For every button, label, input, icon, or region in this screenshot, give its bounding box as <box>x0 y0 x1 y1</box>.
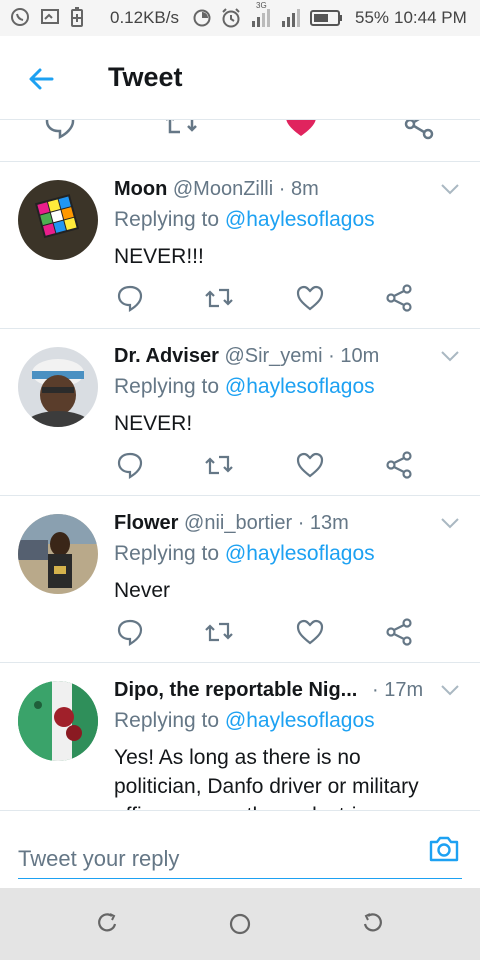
tweet-header: Moon @MoonZilli · 8m <box>114 178 319 201</box>
tweet-time: · 10m <box>328 345 380 367</box>
share-icon[interactable] <box>404 120 436 140</box>
reply-composer <box>0 810 480 888</box>
chevron-down-icon[interactable] <box>440 182 460 196</box>
reply-icon[interactable] <box>116 618 144 646</box>
tweet-text: Never <box>114 579 171 602</box>
battery-percent: 55% <box>355 8 390 27</box>
author-name[interactable]: Flower <box>114 512 178 534</box>
chevron-down-icon[interactable] <box>440 683 460 697</box>
replying-to: Replying to @haylesoflagos <box>114 375 375 399</box>
share-icon[interactable] <box>386 618 414 646</box>
mention-link[interactable]: @haylesoflagos <box>225 542 375 565</box>
heart-icon[interactable] <box>296 284 324 312</box>
reply-tweet[interactable]: Flower @nii_bortier · 13m Replying to @h… <box>0 496 480 663</box>
top-app-bar: Tweet <box>0 36 480 120</box>
replying-to-label: Replying to <box>114 542 225 565</box>
home-icon[interactable] <box>228 912 252 936</box>
author-name[interactable]: Dipo, the reportable Nig... <box>114 679 357 701</box>
reply-icon[interactable] <box>116 284 144 312</box>
replying-to: Replying to @haylesoflagos <box>114 542 375 566</box>
recents-icon[interactable] <box>96 912 118 934</box>
avatar[interactable] <box>18 681 98 761</box>
share-icon[interactable] <box>386 284 414 312</box>
status-bar: 0.12KB/s 3G 55% 10:44 PM <box>0 0 480 36</box>
replying-to: Replying to @haylesoflagos <box>114 208 375 232</box>
data-saver-icon <box>193 9 211 27</box>
avatar[interactable] <box>18 514 98 594</box>
mention-link[interactable]: @haylesoflagos <box>225 208 375 231</box>
arrow-left-icon[interactable] <box>26 64 56 94</box>
mention-link[interactable]: @haylesoflagos <box>225 709 375 732</box>
tweet-header: Dipo, the reportable Nig... <box>114 679 357 702</box>
author-name[interactable]: Dr. Adviser <box>114 345 219 367</box>
retweet-icon[interactable] <box>204 618 234 646</box>
reply-tweet[interactable]: Dipo, the reportable Nig... · 17m Replyi… <box>0 663 480 810</box>
heart-icon[interactable] <box>296 451 324 479</box>
reply-icon[interactable] <box>116 451 144 479</box>
battery-saver-icon <box>71 7 83 27</box>
page-title: Tweet <box>108 62 183 92</box>
camera-icon[interactable] <box>428 835 460 863</box>
chevron-down-icon[interactable] <box>440 349 460 363</box>
screencast-icon <box>41 9 59 24</box>
reply-icon[interactable] <box>44 120 76 140</box>
retweet-icon[interactable] <box>204 284 234 312</box>
mention-link[interactable]: @haylesoflagos <box>225 375 375 398</box>
main-tweet-actions <box>0 120 480 162</box>
clock: 10:44 PM <box>394 8 467 27</box>
author-handle[interactable]: @Sir_yemi <box>224 345 322 367</box>
chevron-down-icon[interactable] <box>440 516 460 530</box>
battery-icon <box>310 10 342 26</box>
tweet-time-wrap: · 17m <box>372 679 423 702</box>
replying-to-label: Replying to <box>114 709 225 732</box>
share-icon[interactable] <box>386 451 414 479</box>
tweet-time: · 13m <box>297 512 349 534</box>
author-handle[interactable]: @MoonZilli <box>173 178 273 200</box>
heart-filled-icon[interactable] <box>284 120 318 140</box>
back-icon[interactable] <box>362 912 384 934</box>
tweet-actions <box>0 284 480 314</box>
replying-to: Replying to @haylesoflagos <box>114 709 375 733</box>
reply-tweet[interactable]: Dr. Adviser @Sir_yemi · 10m Replying to … <box>0 329 480 496</box>
author-handle[interactable]: @nii_bortier <box>184 512 292 534</box>
replying-to-label: Replying to <box>114 208 225 231</box>
tweet-time: · 8m <box>278 178 319 200</box>
replying-to-label: Replying to <box>114 375 225 398</box>
retweet-icon[interactable] <box>164 120 198 140</box>
author-name[interactable]: Moon <box>114 178 167 200</box>
network-speed: 0.12KB/s <box>110 8 179 27</box>
reply-input[interactable] <box>18 811 462 879</box>
alarm-icon <box>222 8 240 28</box>
tweet-text: Yes! As long as there is no politician, … <box>114 746 419 810</box>
avatar[interactable] <box>18 347 98 427</box>
status-right-icons: 3G <box>192 1 342 29</box>
retweet-icon[interactable] <box>204 451 234 479</box>
tweet-actions <box>0 618 480 648</box>
tweet-header: Dr. Adviser @Sir_yemi · 10m <box>114 345 379 368</box>
status-left-icons <box>10 7 84 27</box>
tweet-text: NEVER!!! <box>114 245 204 268</box>
system-nav-bar <box>0 888 480 960</box>
tweet-header: Flower @nii_bortier · 13m <box>114 512 349 535</box>
tweet-actions <box>0 451 480 481</box>
heart-icon[interactable] <box>296 618 324 646</box>
signal-icon <box>282 9 300 27</box>
tweet-time: · 17m <box>372 679 424 701</box>
reply-tweet[interactable]: Moon @MoonZilli · 8m Replying to @hayles… <box>0 162 480 329</box>
signal-icon <box>252 9 270 27</box>
tweet-text: NEVER! <box>114 412 193 435</box>
whatsapp-icon <box>11 8 29 26</box>
avatar[interactable] <box>18 180 98 260</box>
